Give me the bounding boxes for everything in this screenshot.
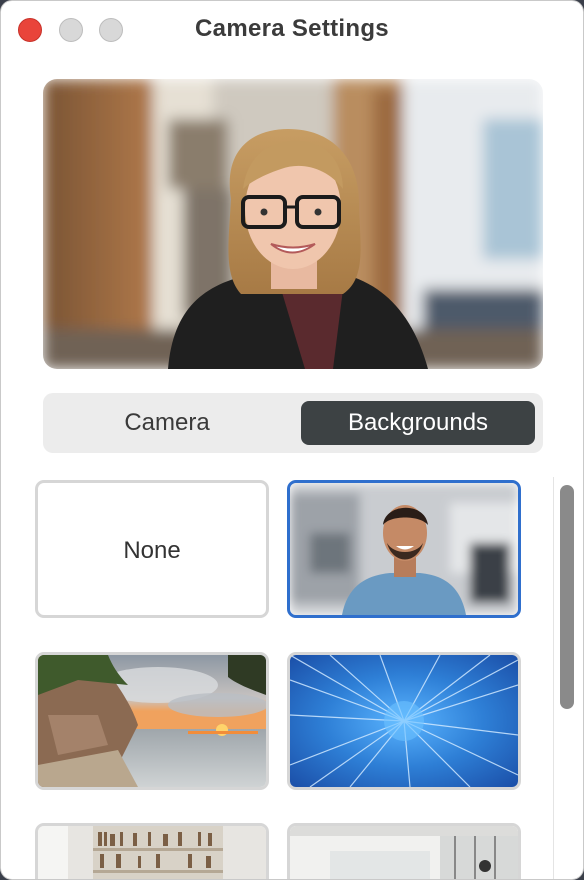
title-bar: Camera Settings xyxy=(1,1,583,59)
background-none-label: None xyxy=(123,537,181,564)
background-blue-burst-tile[interactable] xyxy=(287,652,521,790)
camera-preview xyxy=(43,79,543,369)
camera-backgrounds-segmented-control: Camera Backgrounds xyxy=(43,393,543,453)
background-blurred-office-tile[interactable] xyxy=(287,480,521,618)
background-none-tile[interactable]: None xyxy=(35,480,269,618)
backgrounds-scrollbar-thumb[interactable] xyxy=(560,485,574,709)
tab-backgrounds[interactable]: Backgrounds xyxy=(301,401,535,445)
camera-settings-window: Camera Settings Camera Backgrounds None xyxy=(0,0,584,880)
window-title: Camera Settings xyxy=(195,15,389,42)
tab-camera[interactable]: Camera xyxy=(51,401,283,445)
background-bright-room-tile[interactable] xyxy=(287,823,521,879)
background-coast-sunset-tile[interactable] xyxy=(35,652,269,790)
background-bookshelf-tile[interactable] xyxy=(35,823,269,879)
